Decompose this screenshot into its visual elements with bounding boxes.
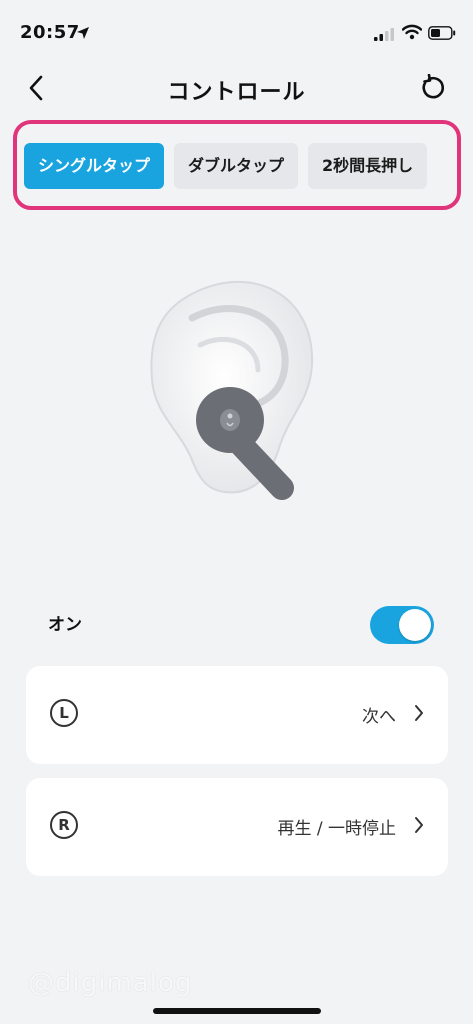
right-earbud-icon: R bbox=[50, 811, 78, 839]
left-action-value: 次へ bbox=[362, 707, 396, 727]
right-action-value: 再生 / 一時停止 bbox=[277, 819, 396, 839]
reset-button[interactable] bbox=[414, 72, 450, 108]
status-time: 20:57 bbox=[20, 22, 80, 43]
right-earbud-control-card[interactable]: R 再生 / 一時停止 bbox=[26, 778, 448, 876]
tap-mode-tabs: シングルタップ ダブルタップ 2秒間長押し bbox=[24, 143, 469, 190]
tab-single-tap[interactable]: シングルタップ bbox=[24, 143, 165, 189]
left-earbud-icon: L bbox=[50, 699, 78, 727]
left-earbud-control-card[interactable]: L 次へ bbox=[26, 666, 448, 764]
toggle-label: オン bbox=[48, 615, 82, 635]
status-bar: 20:57 bbox=[0, 0, 473, 56]
navigation-bar: コントロール bbox=[0, 64, 473, 116]
signal-bars-icon bbox=[374, 26, 396, 45]
watermark: @digimalog bbox=[28, 968, 193, 998]
chevron-right-icon bbox=[414, 816, 424, 838]
chevron-right-icon bbox=[414, 704, 424, 726]
battery-icon bbox=[428, 25, 456, 44]
earbud-in-ear-illustration bbox=[130, 270, 350, 530]
toggle-knob bbox=[399, 609, 431, 641]
enable-toggle-switch[interactable] bbox=[370, 606, 434, 644]
tab-double-tap[interactable]: ダブルタップ bbox=[174, 143, 299, 189]
page-title: コントロール bbox=[167, 80, 306, 105]
rotate-left-icon bbox=[418, 73, 446, 106]
location-arrow-icon bbox=[76, 25, 90, 44]
home-indicator bbox=[153, 1008, 321, 1014]
enable-toggle-row: オン bbox=[48, 600, 438, 650]
wifi-icon bbox=[401, 24, 423, 44]
tab-long-press[interactable]: 2秒間長押し bbox=[308, 143, 428, 189]
